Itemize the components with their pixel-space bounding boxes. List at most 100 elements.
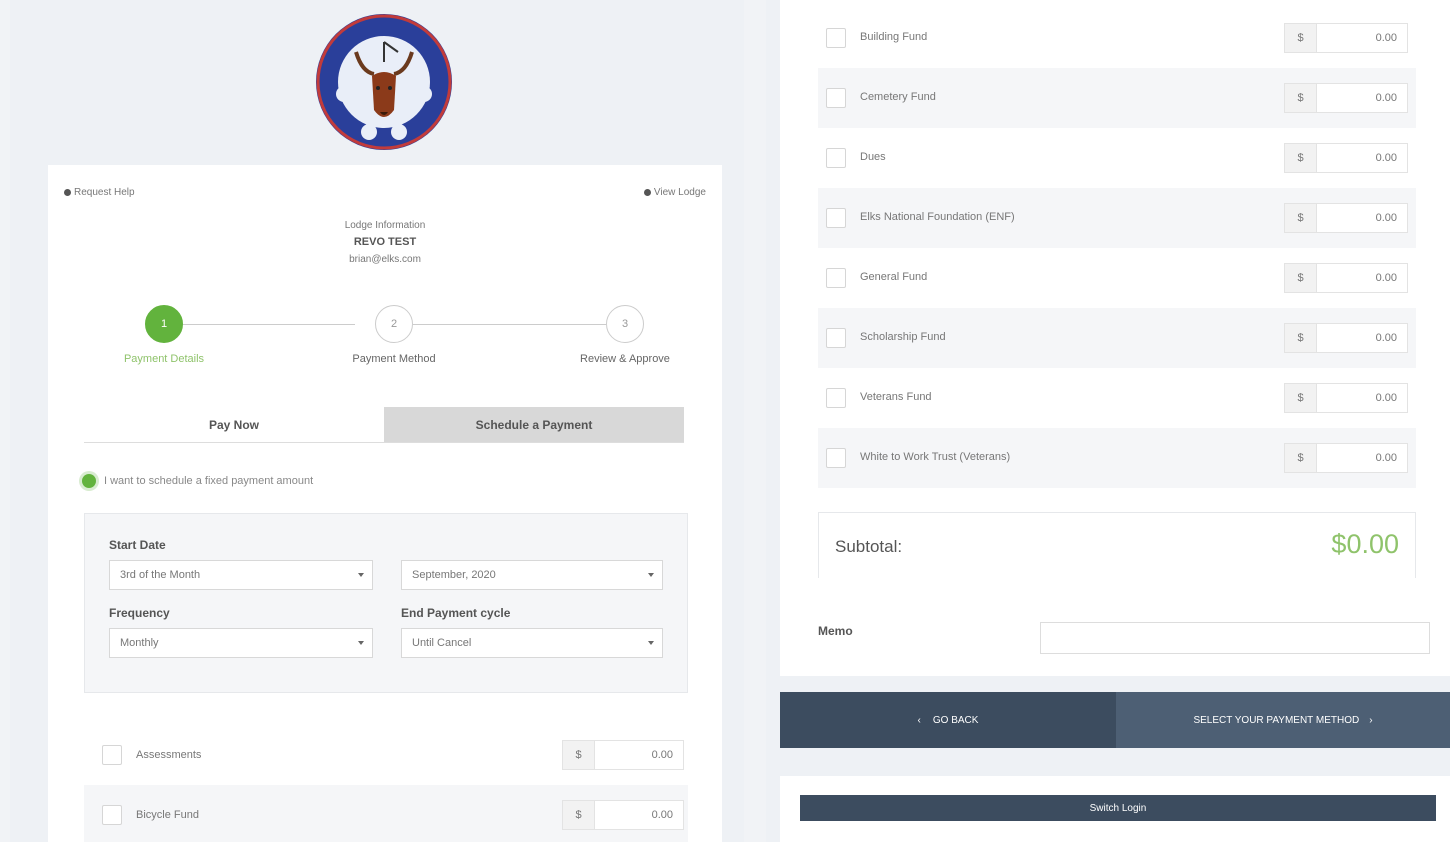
step-connector bbox=[164, 324, 355, 325]
fund-amount-field[interactable]: $ 0.00 bbox=[1284, 323, 1408, 353]
fund-amount: 0.00 bbox=[1375, 152, 1397, 164]
fund-checkbox[interactable] bbox=[826, 328, 846, 348]
fund-checkbox[interactable] bbox=[102, 745, 122, 765]
fund-name: Dues bbox=[860, 151, 886, 163]
fund-name: Veterans Fund bbox=[860, 391, 932, 403]
start-day-select[interactable]: 3rd of the Month bbox=[109, 560, 373, 590]
go-back-button[interactable]: ‹ GO BACK bbox=[780, 692, 1116, 748]
fund-row: White to Work Trust (Veterans) $ 0.00 bbox=[818, 428, 1416, 488]
elks-logo bbox=[316, 14, 452, 150]
fund-amount-field[interactable]: $ 0.00 bbox=[1284, 83, 1408, 113]
lodge-info: Lodge Information REVO TEST brian@elks.c… bbox=[48, 217, 722, 268]
chevron-left-icon: ‹ bbox=[917, 714, 921, 726]
start-day-value: 3rd of the Month bbox=[120, 569, 201, 581]
currency-symbol: $ bbox=[563, 801, 595, 829]
fund-amount-field[interactable]: $ 0.00 bbox=[1284, 203, 1408, 233]
progress-steps: 1 2 3 Payment Details Payment Method Rev… bbox=[108, 305, 670, 365]
schedule-form: Start Date 3rd of the Month September, 2… bbox=[84, 513, 688, 693]
fund-checkbox[interactable] bbox=[102, 805, 122, 825]
step-connector bbox=[413, 324, 606, 325]
lodge-email: brian@elks.com bbox=[349, 254, 421, 265]
fund-checkbox[interactable] bbox=[826, 268, 846, 288]
fund-name: Cemetery Fund bbox=[860, 91, 936, 103]
fund-amount-field[interactable]: $ 0.00 bbox=[1284, 263, 1408, 293]
fund-checkbox[interactable] bbox=[826, 28, 846, 48]
tab-pay-now[interactable]: Pay Now bbox=[84, 407, 384, 442]
fund-name: Bicycle Fund bbox=[136, 809, 199, 821]
go-back-label: GO BACK bbox=[932, 714, 979, 726]
step-3-circle: 3 bbox=[606, 305, 644, 343]
view-lodge-label: View Lodge bbox=[653, 187, 706, 198]
subtotal-label: Subtotal: bbox=[835, 537, 903, 556]
fund-amount-field[interactable]: $ 0.00 bbox=[1284, 143, 1408, 173]
fund-row: Cemetery Fund $ 0.00 bbox=[818, 68, 1416, 128]
fund-amount: 0.00 bbox=[651, 749, 673, 761]
select-method-label: SELECT YOUR PAYMENT METHOD bbox=[1193, 714, 1360, 726]
lodge-caption: Lodge Information bbox=[344, 220, 426, 231]
fund-amount-field[interactable]: $ 0.00 bbox=[562, 740, 684, 770]
footer-nav: ‹ GO BACK SELECT YOUR PAYMENT METHOD › bbox=[780, 692, 1450, 748]
tab-schedule-payment[interactable]: Schedule a Payment bbox=[384, 407, 684, 442]
lodge-name: REVO TEST bbox=[353, 236, 417, 248]
funds-card: Building Fund $ 0.00 Cemetery Fund $ 0.0… bbox=[780, 0, 1450, 676]
switch-login-button[interactable]: Switch Login bbox=[800, 795, 1436, 821]
frequency-select[interactable]: Monthly bbox=[109, 628, 373, 658]
subtotal-box: Subtotal: $0.00 bbox=[818, 512, 1416, 578]
fund-name: Elks National Foundation (ENF) bbox=[860, 211, 1015, 223]
help-icon bbox=[64, 189, 71, 196]
request-help-link[interactable]: Request Help bbox=[64, 187, 135, 198]
currency-symbol: $ bbox=[563, 741, 595, 769]
fund-amount-field[interactable]: $ 0.00 bbox=[562, 800, 684, 830]
chevron-down-icon bbox=[358, 573, 364, 577]
fund-checkbox[interactable] bbox=[826, 148, 846, 168]
frequency-label: Frequency bbox=[109, 606, 170, 620]
chevron-down-icon bbox=[648, 573, 654, 577]
chevron-right-icon: › bbox=[1369, 714, 1373, 726]
fund-amount-field[interactable]: $ 0.00 bbox=[1284, 383, 1408, 413]
fund-checkbox[interactable] bbox=[826, 208, 846, 228]
end-cycle-select[interactable]: Until Cancel bbox=[401, 628, 663, 658]
fund-amount: 0.00 bbox=[1375, 272, 1397, 284]
fund-row: General Fund $ 0.00 bbox=[818, 248, 1416, 308]
fund-amount: 0.00 bbox=[1375, 332, 1397, 344]
left-panel: Request Help View Lodge Lodge Informatio… bbox=[10, 0, 744, 842]
fund-checkbox[interactable] bbox=[826, 448, 846, 468]
fund-amount-field[interactable]: $ 0.00 bbox=[1284, 443, 1408, 473]
step-1-circle: 1 bbox=[145, 305, 183, 343]
fund-row: Elks National Foundation (ENF) $ 0.00 bbox=[818, 188, 1416, 248]
select-payment-method-button[interactable]: SELECT YOUR PAYMENT METHOD › bbox=[1116, 692, 1450, 748]
memo-label: Memo bbox=[818, 624, 853, 638]
frequency-value: Monthly bbox=[120, 637, 159, 649]
card-top-bar: Request Help View Lodge bbox=[64, 187, 706, 201]
end-cycle-label: End Payment cycle bbox=[401, 606, 511, 620]
currency-symbol: $ bbox=[1285, 24, 1317, 52]
fund-amount-field[interactable]: $ 0.00 bbox=[1284, 23, 1408, 53]
end-cycle-value: Until Cancel bbox=[412, 637, 472, 649]
start-month-select[interactable]: September, 2020 bbox=[401, 560, 663, 590]
fund-name: Building Fund bbox=[860, 31, 928, 43]
payment-card: Request Help View Lodge Lodge Informatio… bbox=[48, 165, 722, 842]
right-panel: Building Fund $ 0.00 Cemetery Fund $ 0.0… bbox=[766, 0, 1450, 842]
fund-checkbox[interactable] bbox=[826, 388, 846, 408]
chevron-down-icon bbox=[648, 641, 654, 645]
schedule-option[interactable]: I want to schedule a fixed payment amoun… bbox=[82, 474, 313, 488]
step-3-label: Review & Approve bbox=[580, 353, 670, 365]
fund-amount: 0.00 bbox=[1375, 92, 1397, 104]
memo-input[interactable] bbox=[1040, 622, 1430, 654]
currency-symbol: $ bbox=[1285, 444, 1317, 472]
fund-name: White to Work Trust (Veterans) bbox=[860, 451, 1011, 463]
info-icon bbox=[643, 189, 651, 196]
currency-symbol: $ bbox=[1285, 384, 1317, 412]
start-month-value: September, 2020 bbox=[412, 569, 496, 581]
fund-amount: 0.00 bbox=[1375, 392, 1397, 404]
schedule-option-label: I want to schedule a fixed payment amoun… bbox=[104, 475, 314, 487]
view-lodge-link[interactable]: View Lodge bbox=[643, 187, 706, 198]
currency-symbol: $ bbox=[1285, 324, 1317, 352]
fund-row: Assessments $ 0.00 bbox=[84, 725, 688, 785]
currency-symbol: $ bbox=[1285, 84, 1317, 112]
fund-checkbox[interactable] bbox=[826, 88, 846, 108]
fund-amount: 0.00 bbox=[1375, 452, 1397, 464]
fund-row: Building Fund $ 0.00 bbox=[818, 8, 1416, 68]
schedule-option-radio[interactable] bbox=[82, 474, 96, 488]
fund-row: Bicycle Fund $ 0.00 bbox=[84, 785, 688, 842]
